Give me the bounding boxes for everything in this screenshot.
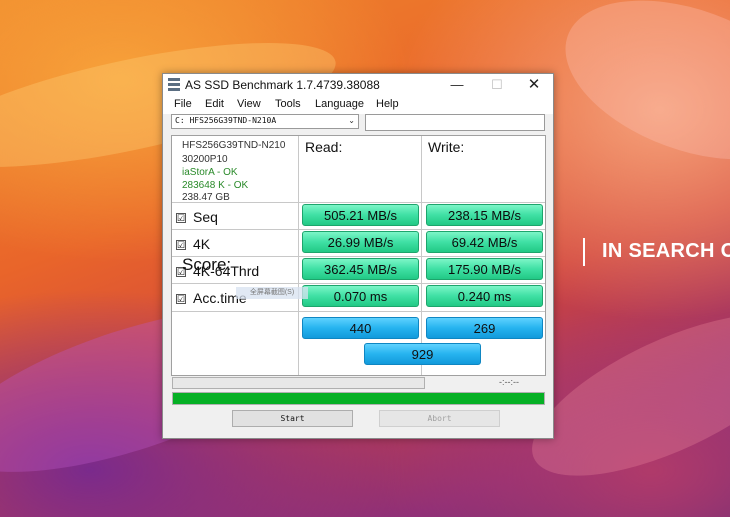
overall-progress-bar [172, 392, 545, 405]
as-ssd-window: AS SSD Benchmark 1.7.4739.38088 — ☐ ✕ Fi… [162, 73, 554, 439]
read-header: Read: [305, 139, 343, 155]
write-header: Write: [428, 139, 465, 155]
drive-select-value: C: HFS256G39TND-N210A [175, 116, 277, 125]
start-button[interactable]: Start [232, 410, 353, 427]
close-button[interactable]: ✕ [515, 74, 553, 96]
acc-time-read-result: 0.070 ms [302, 285, 419, 307]
menu-view[interactable]: View [237, 98, 261, 110]
drive-select[interactable]: C: HFS256G39TND-N210A ⌄ [171, 114, 359, 129]
4k-read-result: 26.99 MB/s [302, 231, 419, 253]
title-bar[interactable]: AS SSD Benchmark 1.7.4739.38088 — ☐ ✕ [163, 74, 553, 96]
seq-write-result: 238.15 MB/s [426, 204, 543, 226]
alignment-status: 283648 K - OK [182, 180, 249, 191]
row-seq[interactable]: ☑ Seq [176, 209, 218, 225]
maximize-button[interactable]: ☐ [478, 74, 516, 96]
checkbox-4k[interactable]: ☑ [176, 240, 186, 250]
background-divider [583, 238, 585, 266]
score-total: 929 [364, 343, 481, 365]
menu-language[interactable]: Language [315, 98, 364, 110]
results-grid: HFS256G39TND-N210 30200P10 iaStorA - OK … [171, 135, 546, 376]
score-label: Score: [182, 255, 232, 274]
background-slogan: IN SEARCH OF [602, 240, 730, 262]
row-seq-label: Seq [193, 209, 218, 225]
4k-write-result: 69.42 MB/s [426, 231, 543, 253]
current-test-progress [172, 377, 425, 389]
overall-progress-fill [173, 393, 544, 404]
drive-firmware: 30200P10 [182, 154, 228, 165]
score-read: 440 [302, 317, 419, 339]
menu-tools[interactable]: Tools [275, 98, 301, 110]
acc-time-write-result: 0.240 ms [426, 285, 543, 307]
minimize-button[interactable]: — [438, 74, 476, 96]
4k-64thrd-write-result: 175.90 MB/s [426, 258, 543, 280]
row-4k[interactable]: ☑ 4K [176, 236, 210, 252]
drive-info-field[interactable] [365, 114, 545, 131]
score-write: 269 [426, 317, 543, 339]
window-title: AS SSD Benchmark 1.7.4739.38088 [185, 78, 380, 92]
checkbox-seq[interactable]: ☑ [176, 213, 186, 223]
drive-model: HFS256G39TND-N210 [182, 140, 286, 151]
chevron-down-icon: ⌄ [348, 116, 355, 125]
driver-status: iaStorA - OK [182, 167, 238, 178]
screenshot-tooltip: 全屏幕截图(S) [236, 287, 308, 299]
seq-read-result: 505.21 MB/s [302, 204, 419, 226]
menu-file[interactable]: File [174, 98, 192, 110]
4k-64thrd-read-result: 362.45 MB/s [302, 258, 419, 280]
menu-edit[interactable]: Edit [205, 98, 224, 110]
menu-bar: File Edit View Tools Language Help [163, 96, 553, 114]
abort-button[interactable]: Abort [379, 410, 500, 427]
drive-capacity: 238.47 GB [182, 192, 230, 203]
row-4k-label: 4K [193, 236, 211, 252]
menu-help[interactable]: Help [376, 98, 399, 110]
checkbox-acc-time[interactable]: ☑ [176, 294, 186, 304]
app-icon [168, 78, 180, 92]
elapsed-time: -:--:-- [499, 377, 519, 387]
